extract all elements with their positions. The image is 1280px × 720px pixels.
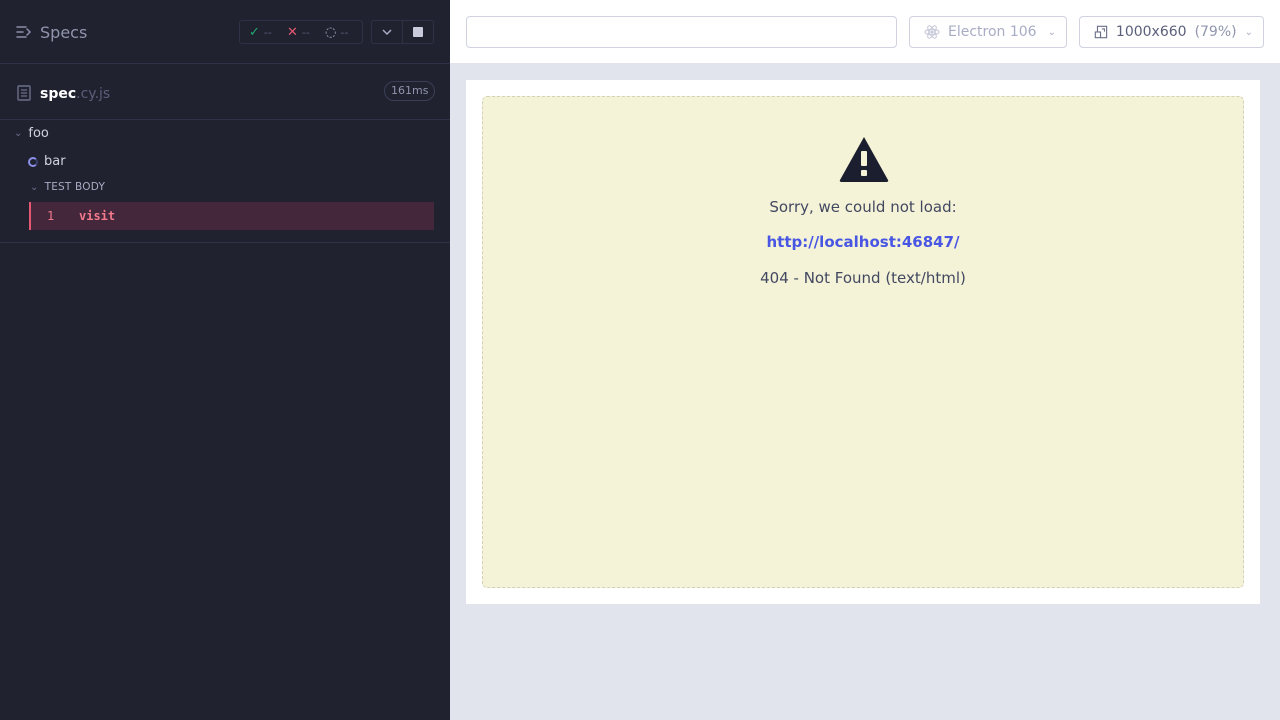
stats-group: ✓ -- ✕ -- ◌ -- xyxy=(239,20,363,44)
specs-label: Specs xyxy=(40,22,88,42)
error-status: 404 - Not Found (text/html) xyxy=(760,269,966,287)
expand-button[interactable] xyxy=(372,21,402,43)
test-title: bar xyxy=(44,154,66,169)
reporter-panel: Specs ✓ -- ✕ -- ◌ -- spec.cy.js 161ms ⌄ … xyxy=(0,0,450,720)
aut-header: Electron 106 ⌄ 1000x660 (79%) ⌄ xyxy=(450,0,1280,64)
spec-ext: .cy.js xyxy=(76,86,111,102)
pending-icon: ◌ xyxy=(325,24,337,40)
test-body-label: TEST BODY xyxy=(44,181,106,193)
test-body-toggle[interactable]: ⌄ TEST BODY xyxy=(30,181,105,193)
viewport-select[interactable]: 1000x660 (79%) ⌄ xyxy=(1079,16,1264,48)
x-icon: ✕ xyxy=(287,24,298,40)
error-url-link[interactable]: http://localhost:46847/ xyxy=(483,233,1243,251)
stat-passed: ✓ -- xyxy=(240,26,278,39)
command-row-visit[interactable]: 1 visit xyxy=(29,202,434,230)
check-icon: ✓ xyxy=(249,24,260,40)
reporter-header: Specs ✓ -- ✕ -- ◌ -- xyxy=(0,0,450,64)
duration-badge: 161ms xyxy=(384,81,436,101)
url-input[interactable] xyxy=(466,16,897,48)
test-bar[interactable]: bar xyxy=(28,154,66,169)
warning-icon xyxy=(839,137,889,182)
chevron-down-icon: ⌄ xyxy=(14,128,23,139)
chevron-down-icon: ⌄ xyxy=(1047,26,1056,38)
aut-iframe: Sorry, we could not load: http://localho… xyxy=(466,80,1260,604)
stat-pending: ◌ -- xyxy=(316,26,354,39)
spec-name: spec xyxy=(40,86,77,102)
browser-label: Electron 106 xyxy=(948,24,1037,40)
failed-count: -- xyxy=(301,25,310,39)
passed-count: -- xyxy=(263,25,272,39)
chevron-down-icon: ⌄ xyxy=(30,181,39,193)
viewport-icon xyxy=(1094,25,1108,39)
stop-icon xyxy=(413,27,424,37)
electron-icon xyxy=(924,25,940,39)
document-icon xyxy=(17,84,31,101)
specs-list-icon xyxy=(16,26,32,38)
chevron-down-icon: ⌄ xyxy=(1244,26,1253,38)
command-name: visit xyxy=(79,209,116,223)
suite-foo[interactable]: ⌄ foo xyxy=(14,126,49,141)
pending-count: -- xyxy=(340,25,349,39)
stat-failed: ✕ -- xyxy=(278,26,316,39)
controls-group xyxy=(371,20,434,44)
suite-title: foo xyxy=(28,126,49,141)
error-message: Sorry, we could not load: xyxy=(769,198,957,216)
spec-file-row: spec.cy.js 161ms xyxy=(0,64,450,120)
viewport-size: 1000x660 xyxy=(1115,24,1187,40)
specs-toggle-button[interactable]: Specs xyxy=(16,20,87,44)
stop-button[interactable] xyxy=(402,21,433,43)
load-error-box: Sorry, we could not load: http://localho… xyxy=(482,96,1244,588)
running-spinner-icon xyxy=(28,156,38,167)
spec-file[interactable]: spec.cy.js xyxy=(16,83,110,102)
test-tree: ⌄ foo bar ⌄ TEST BODY 1 visit xyxy=(0,120,450,243)
viewport-scale: (79%) xyxy=(1194,24,1237,40)
browser-select[interactable]: Electron 106 ⌄ xyxy=(909,16,1067,48)
command-number: 1 xyxy=(47,209,55,223)
chevron-down-icon xyxy=(382,29,392,36)
